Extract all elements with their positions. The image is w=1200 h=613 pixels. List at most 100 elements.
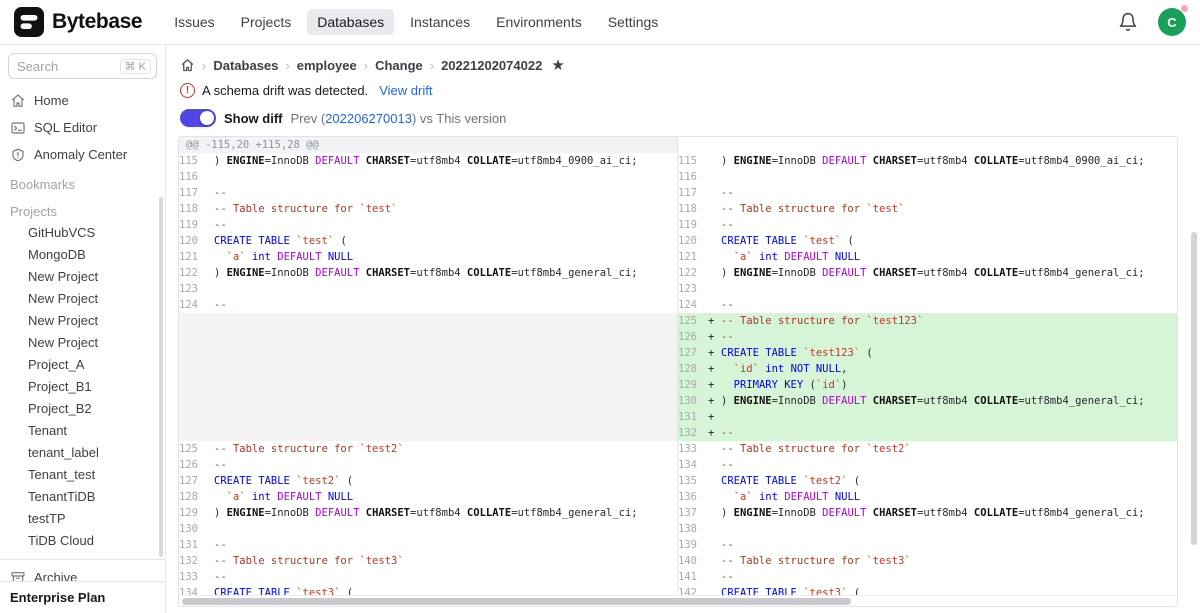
prev-version-link[interactable]: 202206270013 — [325, 111, 412, 126]
sidebar-item-anomaly-center[interactable]: Anomaly Center — [0, 141, 165, 168]
breadcrumb-item-databases[interactable]: Databases — [213, 58, 278, 73]
diff-sign — [206, 409, 214, 425]
avatar-initial: C — [1167, 15, 1176, 30]
code-text — [721, 521, 1177, 537]
diff-sign — [206, 377, 214, 393]
code-text — [721, 169, 1177, 185]
diff-sign — [705, 473, 721, 489]
diff-line: 128+ `id` int NOT NULL, — [678, 361, 1177, 377]
prev-version-text: Prev (202206270013) vs This version — [291, 111, 507, 126]
diff-line: 137) ENGINE=InnoDB DEFAULT CHARSET=utf8m… — [678, 505, 1177, 521]
breadcrumb-separator: › — [202, 58, 206, 73]
nav-item-issues[interactable]: Issues — [164, 9, 224, 35]
diff-sign — [705, 297, 721, 313]
sidebar-project-new-project[interactable]: New Project — [0, 288, 165, 310]
code-text: -- — [214, 217, 677, 233]
breadcrumb-item-20221202074022[interactable]: 20221202074022 — [441, 58, 542, 73]
schema-diff-viewer: @@ -115,20 +115,28 @@115) ENGINE=InnoDB … — [178, 136, 1178, 607]
diff-line: 134CREATE TABLE `test3` ( — [179, 585, 677, 595]
line-number: 136 — [678, 489, 705, 505]
code-text: -- Table structure for `test` — [721, 201, 1177, 217]
sidebar-project-project-b2[interactable]: Project_B2 — [0, 398, 165, 420]
show-diff-toggle[interactable] — [180, 109, 216, 127]
diff-pane-old[interactable]: @@ -115,20 +115,28 @@115) ENGINE=InnoDB … — [179, 137, 678, 595]
diff-line: 140-- Table structure for `test3` — [678, 553, 1177, 569]
nav-item-databases[interactable]: Databases — [307, 9, 394, 35]
nav-item-instances[interactable]: Instances — [400, 9, 480, 35]
diff-sign: + — [705, 361, 721, 377]
sidebar-project-tenant-label[interactable]: tenant_label — [0, 442, 165, 464]
sidebar-project-tenant[interactable]: Tenant — [0, 420, 165, 442]
sidebar-project-tidb-cloud[interactable]: TiDB Cloud — [0, 530, 165, 552]
line-number: 126 — [678, 329, 705, 345]
code-text: -- — [214, 569, 677, 585]
sidebar-item-home[interactable]: Home — [0, 87, 165, 114]
nav-item-environments[interactable]: Environments — [486, 9, 592, 35]
sidebar-project-new-project[interactable]: New Project — [0, 332, 165, 354]
line-number: 115 — [678, 153, 705, 169]
bookmark-star-icon[interactable]: ★ — [551, 58, 564, 73]
line-number — [179, 345, 206, 361]
sidebar-project-testtp[interactable]: testTP — [0, 508, 165, 530]
breadcrumb-item-change[interactable]: Change — [375, 58, 423, 73]
diff-sign — [206, 425, 214, 441]
line-number: 133 — [678, 441, 705, 457]
code-text: ) ENGINE=InnoDB DEFAULT CHARSET=utf8mb4 … — [214, 265, 677, 281]
diff-sign — [705, 265, 721, 281]
sidebar-section-bookmarks: Bookmarks — [0, 168, 165, 195]
diff-line: 131-- — [179, 537, 677, 553]
nav-item-projects[interactable]: Projects — [231, 9, 302, 35]
diff-sign — [705, 521, 721, 537]
code-text: -- Table structure for `test123` — [721, 313, 1177, 329]
diff-line: 139-- — [678, 537, 1177, 553]
diff-line: 122) ENGINE=InnoDB DEFAULT CHARSET=utf8m… — [179, 265, 677, 281]
code-text — [214, 169, 677, 185]
line-number — [179, 361, 206, 377]
diff-pane-new[interactable]: 115) ENGINE=InnoDB DEFAULT CHARSET=utf8m… — [678, 137, 1177, 595]
sidebar-item-sql-editor[interactable]: SQL Editor — [0, 114, 165, 141]
breadcrumb-separator: › — [364, 58, 368, 73]
sidebar-project-project-b1[interactable]: Project_B1 — [0, 376, 165, 398]
breadcrumb-home-icon[interactable] — [180, 58, 195, 73]
sidebar-scrollbar-thumb[interactable] — [159, 197, 163, 557]
diff-line: 124-- — [678, 297, 1177, 313]
diff-line: 116 — [179, 169, 677, 185]
line-number — [179, 377, 206, 393]
code-text — [214, 393, 677, 409]
sidebar-project-tenanttidb[interactable]: TenantTiDB — [0, 486, 165, 508]
sidebar-divider — [0, 559, 165, 560]
diff-gap-row — [179, 377, 677, 393]
code-text: -- Table structure for `test3` — [721, 553, 1177, 569]
diff-sign — [206, 329, 214, 345]
line-number: 130 — [179, 521, 206, 537]
diff-hscroll-thumb[interactable] — [182, 598, 851, 605]
sidebar-project-tenant-test[interactable]: Tenant_test — [0, 464, 165, 486]
diff-line: 123 — [179, 281, 677, 297]
diff-sign — [206, 521, 214, 537]
line-number: 129 — [678, 377, 705, 393]
diff-sign — [206, 505, 214, 521]
diff-gap-row — [179, 313, 677, 329]
diff-sign — [705, 249, 721, 265]
breadcrumb-item-employee[interactable]: employee — [297, 58, 357, 73]
diff-line: 115) ENGINE=InnoDB DEFAULT CHARSET=utf8m… — [678, 153, 1177, 169]
user-avatar[interactable]: C — [1158, 8, 1186, 36]
sidebar-project-project-a[interactable]: Project_A — [0, 354, 165, 376]
nav-item-settings[interactable]: Settings — [598, 9, 669, 35]
page-scrollbar-thumb[interactable] — [1191, 232, 1197, 545]
diff-sign — [206, 537, 214, 553]
diff-sign — [206, 169, 214, 185]
line-number: 124 — [678, 297, 705, 313]
sidebar-project-new-project[interactable]: New Project — [0, 310, 165, 332]
sidebar-project-githubvcs[interactable]: GitHubVCS — [0, 222, 165, 244]
search-input[interactable]: Search ⌘ K — [8, 53, 157, 79]
view-drift-link[interactable]: View drift — [379, 83, 432, 98]
sidebar-project-new-project[interactable]: New Project — [0, 266, 165, 288]
sidebar-top-items: Home SQL Editor Anomaly Center — [0, 87, 165, 168]
bytebase-logo[interactable]: Bytebase — [14, 7, 142, 37]
sidebar-project-mongodb[interactable]: MongoDB — [0, 244, 165, 266]
diff-gap-row — [179, 425, 677, 441]
notification-bell-icon[interactable] — [1118, 12, 1138, 32]
sidebar-item-label: SQL Editor — [34, 120, 97, 135]
diff-line: 122) ENGINE=InnoDB DEFAULT CHARSET=utf8m… — [678, 265, 1177, 281]
